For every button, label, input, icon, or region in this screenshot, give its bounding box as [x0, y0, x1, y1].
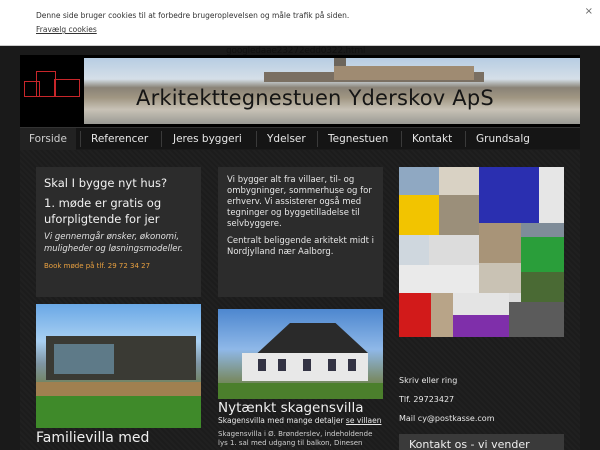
intro-italic-text: Vi gennemgår ønsker, økonomi, muligheder…: [44, 232, 183, 254]
contact-line-write: Skriv eller ring: [399, 376, 458, 385]
familievilla-caption[interactable]: Familievilla med: [36, 430, 149, 446]
nav-item-jeres-byggeri[interactable]: Jeres byggeri: [173, 128, 242, 150]
cookie-optout-link[interactable]: Fravælg cookies: [36, 25, 97, 34]
about-box: Vi bygger alt fra villaer, til- og ombyg…: [218, 167, 383, 297]
about-paragraph-1: Vi bygger alt fra villaer, til- og ombyg…: [227, 175, 372, 230]
close-icon[interactable]: ×: [585, 6, 593, 17]
header-banner-image: Arkitekttegnestuen Yderskov ApS: [84, 58, 580, 124]
intro-heading: Skal I bygge nyt hus?: [44, 176, 168, 190]
nav-item-kontakt[interactable]: Kontakt: [412, 128, 452, 150]
nav-item-grundsalg[interactable]: Grundsalg: [476, 128, 530, 150]
about-paragraph-2: Centralt beliggende arkitekt midt i Nord…: [227, 236, 375, 258]
skagensvilla-subtitle: Skagensvilla med mange detaljer se villa…: [218, 416, 381, 425]
book-meeting-link[interactable]: Book møde på tlf. 29 72 34 27: [44, 262, 193, 270]
site-header: Arkitekttegnestuen Yderskov ApS: [20, 55, 580, 127]
skagensvilla-subtitle-text: Skagensvilla med mange detaljer: [218, 416, 344, 425]
skagensvilla-photo[interactable]: [218, 309, 383, 399]
intro-box: Skal I bygge nyt hus? 1. møde er gratis …: [36, 167, 201, 297]
nav-item-forside[interactable]: Forside: [20, 128, 76, 150]
nav-item-tegnestuen[interactable]: Tegnestuen: [328, 128, 388, 150]
logo-icon[interactable]: [20, 55, 84, 127]
skagensvilla-title[interactable]: Nytænkt skagensvilla: [218, 400, 363, 416]
familievilla-photo[interactable]: [36, 304, 201, 428]
main-content: Skal I bygge nyt hus? 1. møde er gratis …: [20, 150, 580, 450]
nav-item-ydelser[interactable]: Ydelser: [267, 128, 306, 150]
nav-item-referencer[interactable]: Referencer: [91, 128, 148, 150]
main-nav: Forside Referencer Jeres byggeri Ydelser…: [20, 127, 580, 150]
contact-box-label: Kontakt os - vi vender: [409, 438, 530, 450]
reference-collage[interactable]: [399, 167, 564, 337]
contact-box[interactable]: Kontakt os - vi vender: [399, 434, 564, 450]
free-meeting-text: 1. møde er gratis og uforpligtende for j…: [44, 196, 162, 227]
contact-email[interactable]: Mail cy@postkasse.com: [399, 414, 494, 423]
see-villa-link[interactable]: se villaen: [346, 416, 382, 425]
cookie-message: Denne side bruger cookies til at forbedr…: [36, 11, 350, 20]
cookie-banner: Denne side bruger cookies til at forbedr…: [0, 0, 600, 46]
contact-phone: Tlf. 29723427: [399, 395, 455, 404]
skagensvilla-body: Skagensvilla i Ø. Brønderslev, indeholde…: [218, 430, 373, 448]
site-title: Arkitekttegnestuen Yderskov ApS: [136, 86, 494, 110]
